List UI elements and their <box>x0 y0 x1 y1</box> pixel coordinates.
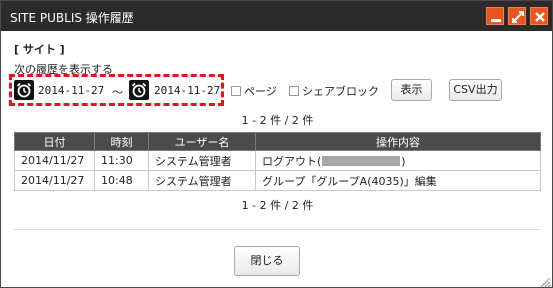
page-checkbox[interactable]: ページ <box>231 83 277 99</box>
redacted-value <box>322 155 401 166</box>
maximize-icon <box>512 11 524 23</box>
resize-grip-icon[interactable] <box>539 276 551 287</box>
date-from-value[interactable]: 2014-11-27 <box>38 84 104 97</box>
share-block-checkbox-box[interactable] <box>289 86 299 96</box>
date-separator: ～ <box>112 86 123 99</box>
footer-divider <box>14 229 541 230</box>
row-operation: グループ「グループA(4035)」編集 <box>255 170 541 191</box>
row-time: 10:48 <box>94 170 149 191</box>
row-date: 2014/11/27 <box>14 150 95 171</box>
table-row: 2014/11/27 11:30 システム管理者 ログアウト() <box>14 150 541 171</box>
window-title: SITE PUBLIS 操作履歴 <box>10 11 134 25</box>
pager-top: 1 - 2 件 / 2 件 <box>241 114 314 127</box>
page-checkbox-label: ページ <box>244 85 277 98</box>
row-date: 2014/11/27 <box>14 170 95 191</box>
column-header-time: 時刻 <box>94 132 149 151</box>
alarm-clock-icon <box>16 82 32 98</box>
title-bar[interactable]: SITE PUBLIS 操作履歴 <box>1 1 552 31</box>
close-icon <box>535 12 545 22</box>
table-row: 2014/11/27 10:48 システム管理者 グループ「グループA(4035… <box>14 170 541 191</box>
column-header-user: ユーザー名 <box>148 132 256 151</box>
history-dialog: SITE PUBLIS 操作履歴 [ サイト ] 次の履歴を表示する 2014-… <box>0 0 553 288</box>
maximize-button[interactable] <box>508 7 526 25</box>
date-to-value[interactable]: 2014-11-27 <box>154 84 220 97</box>
close-button[interactable]: 閉じる <box>234 246 300 276</box>
date-from-picker-button[interactable] <box>14 80 34 100</box>
section-title: [ サイト ] <box>14 43 65 56</box>
csv-export-button[interactable]: CSV出力 <box>449 79 502 101</box>
close-window-button[interactable] <box>530 7 548 25</box>
share-block-checkbox-label: シェアブロック <box>302 85 379 98</box>
history-table: 日付 時刻 ユーザー名 操作内容 2014/11/27 11:30 システム管理… <box>14 132 541 191</box>
operation-text: グループ「グループA(4035)」編集 <box>262 174 437 188</box>
column-header-date: 日付 <box>14 132 95 151</box>
page-checkbox-box[interactable] <box>231 86 241 96</box>
minimize-button[interactable] <box>486 7 504 25</box>
minimize-icon <box>491 19 501 22</box>
date-to-picker-button[interactable] <box>129 80 149 100</box>
row-operation: ログアウト() <box>255 150 541 171</box>
pager-bottom: 1 - 2 件 / 2 件 <box>241 199 314 212</box>
share-block-checkbox[interactable]: シェアブロック <box>289 83 379 99</box>
column-header-operation: 操作内容 <box>255 132 541 151</box>
row-user: システム管理者 <box>148 170 256 191</box>
operation-text-end: ) <box>401 154 406 168</box>
show-button[interactable]: 表示 <box>391 79 432 101</box>
row-time: 11:30 <box>94 150 149 171</box>
operation-text: ログアウト( <box>262 154 322 168</box>
table-header-row: 日付 時刻 ユーザー名 操作内容 <box>14 132 541 151</box>
row-user: システム管理者 <box>148 150 256 171</box>
alarm-clock-icon <box>131 82 147 98</box>
